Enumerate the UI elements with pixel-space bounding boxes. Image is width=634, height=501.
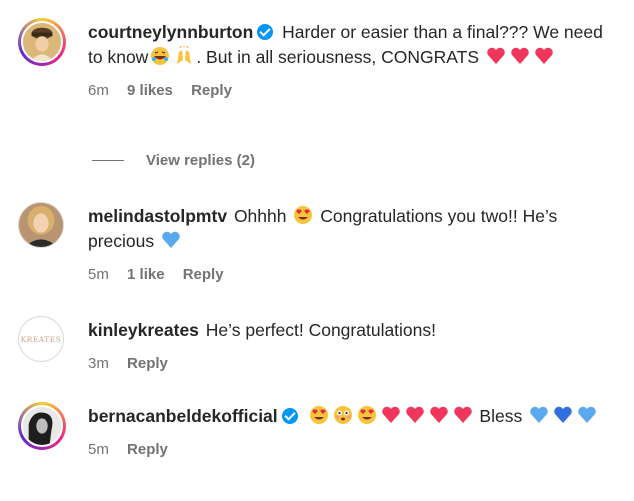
heart-emoji-icon [535,47,553,64]
heart-emoji-icon [511,47,529,64]
username[interactable]: melindastolpmtv [88,206,227,226]
comment-time: 5m [88,441,109,458]
reply-button[interactable]: Reply [183,266,224,283]
reply-button[interactable]: Reply [191,82,232,99]
flushed-emoji-icon [333,406,352,424]
comment: courtneylynnburton Harder or easier than… [18,18,616,138]
heart-eyes-emoji-icon [309,406,328,424]
comment-text: Ohhhh [233,206,287,226]
comment-time: 6m [88,82,109,99]
comment: KREATES kinleykreates He’s perfect! Cong… [18,316,616,376]
comment: melindastolpmtv Ohhhh Congratulations yo… [18,202,616,292]
avatar[interactable] [18,202,64,248]
laughing-emoji-icon [151,47,170,65]
view-replies-button[interactable]: View replies (2) [92,152,255,169]
heart-eyes-emoji-icon [357,406,376,424]
blue-heart-emoji-icon [578,406,596,423]
avatar[interactable] [18,18,66,66]
heart-emoji-icon [487,47,505,64]
heart-emoji-icon [381,406,400,423]
avatar-logo-text: KREATES [20,334,62,344]
comment-text: He’s perfect! Congratulations! [205,320,437,340]
comment-text: Bless [479,406,523,426]
profile-photo-icon [23,23,61,61]
likes-count[interactable]: 9 likes [127,82,173,99]
heart-emoji-icon [453,406,472,423]
avatar[interactable]: KREATES [18,316,64,362]
likes-count[interactable]: 1 like [127,266,165,283]
avatar[interactable] [18,402,66,450]
reply-button[interactable]: Reply [127,441,168,458]
blue-heart-emoji-icon [530,406,548,423]
blue-heart-emoji-icon [162,231,180,248]
comment-time: 3m [88,355,109,372]
username[interactable]: courtneylynnburton [88,22,253,42]
heart-emoji-icon [429,406,448,423]
comment: bernacanbeldekofficial Bless 5m Reply [18,402,616,492]
divider [92,160,124,161]
heart-eyes-emoji-icon [294,206,313,224]
verified-badge-icon [281,408,298,424]
reply-button[interactable]: Reply [127,355,168,372]
blue-heart-emoji-icon [554,406,572,423]
raising-hands-emoji-icon [177,46,192,64]
comment-time: 5m [88,266,109,283]
username[interactable]: bernacanbeldekofficial [88,406,278,426]
profile-photo-icon [23,407,61,445]
profile-photo-icon [19,203,63,247]
username[interactable]: kinleykreates [88,320,199,340]
verified-badge-icon [257,24,274,40]
heart-emoji-icon [405,406,424,423]
